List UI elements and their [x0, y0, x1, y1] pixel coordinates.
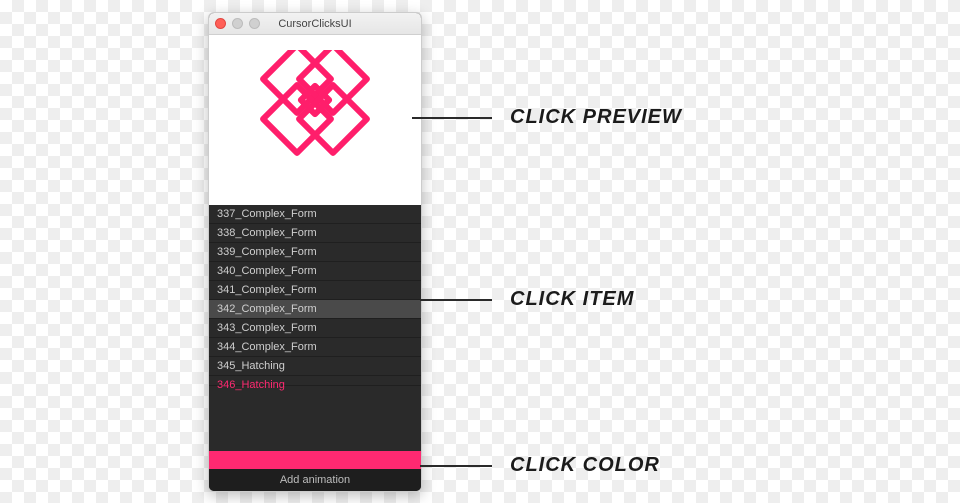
- list-item[interactable]: 338_Complex_Form: [209, 224, 421, 243]
- callout-color: CLICK COLOR: [420, 454, 660, 477]
- list-item[interactable]: 345_Hatching: [209, 357, 421, 376]
- add-animation-button[interactable]: Add animation: [209, 469, 421, 491]
- list-item[interactable]: 346_Hatching: [209, 376, 421, 386]
- callout-label: CLICK ITEM: [510, 288, 634, 311]
- close-icon[interactable]: [215, 18, 226, 29]
- click-color-swatch[interactable]: [209, 451, 421, 469]
- callout-label: CLICK COLOR: [510, 454, 660, 477]
- titlebar[interactable]: CursorClicksUI: [209, 13, 421, 35]
- zoom-icon[interactable]: [249, 18, 260, 29]
- minimize-icon[interactable]: [232, 18, 243, 29]
- list-item[interactable]: 337_Complex_Form: [209, 205, 421, 224]
- callout-label: CLICK PREVIEW: [510, 106, 682, 129]
- list-item[interactable]: 340_Complex_Form: [209, 262, 421, 281]
- click-item-list[interactable]: 337_Complex_Form 338_Complex_Form 339_Co…: [209, 205, 421, 451]
- cursor-clicks-panel: CursorClicksUI 337_Complex_Form 338_Comp…: [208, 12, 422, 492]
- click-preview: [209, 35, 421, 205]
- list-item[interactable]: 341_Complex_Form: [209, 281, 421, 300]
- traffic-lights: [215, 18, 260, 29]
- callout-preview: CLICK PREVIEW: [412, 106, 682, 129]
- callout-line: [420, 299, 492, 301]
- callout-line: [412, 117, 492, 119]
- preview-graphic-icon: [240, 50, 390, 190]
- window-title: CursorClicksUI: [278, 18, 351, 30]
- add-animation-label: Add animation: [280, 474, 350, 486]
- list-item[interactable]: 339_Complex_Form: [209, 243, 421, 262]
- callout-item: CLICK ITEM: [420, 288, 634, 311]
- list-item[interactable]: 344_Complex_Form: [209, 338, 421, 357]
- callout-line: [420, 465, 492, 467]
- list-item[interactable]: 343_Complex_Form: [209, 319, 421, 338]
- list-item-selected[interactable]: 342_Complex_Form: [209, 300, 421, 319]
